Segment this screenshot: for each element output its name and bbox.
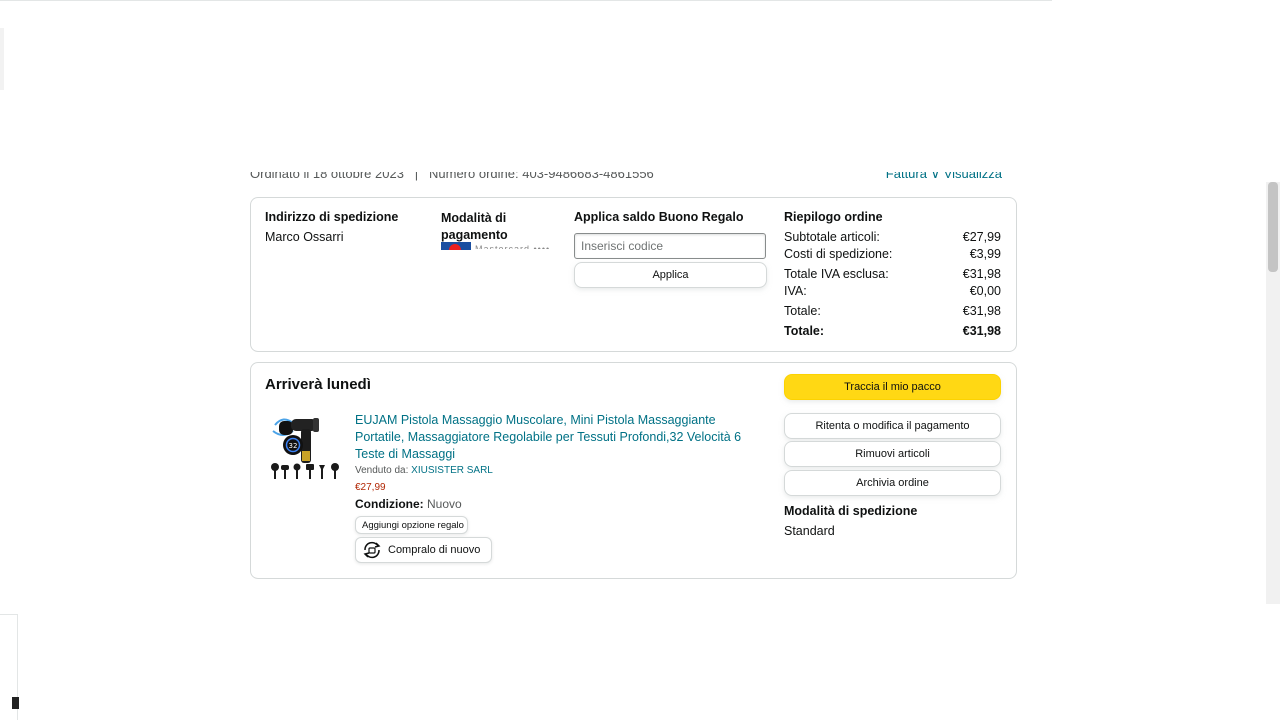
summary-label-vat: IVA:	[784, 284, 807, 298]
order-meta-text: Ordinato il 18 ottobre 2023 | Numero ord…	[250, 172, 654, 181]
track-package-button[interactable]: Traccia il mio pacco	[784, 374, 1001, 400]
add-gift-option-button[interactable]: Aggiungi opzione regalo	[355, 516, 468, 534]
retry-payment-button[interactable]: Ritenta o modifica il pagamento	[784, 413, 1001, 439]
mastercard-icon	[441, 242, 471, 250]
payment-heading-line2: pagamento	[441, 228, 508, 242]
summary-label-grand-total: Totale:	[784, 324, 825, 338]
buy-again-icon	[363, 541, 381, 559]
shipping-address-heading: Indirizzo di spedizione	[265, 210, 399, 224]
payment-heading-line1: Modalità di	[441, 211, 507, 225]
product-display-number: 32	[289, 442, 298, 450]
product-condition: Condizione: Nuovo	[355, 497, 462, 511]
payment-method-heading: Modalità di pagamento	[441, 210, 508, 244]
summary-label-pretax: Totale IVA esclusa:	[784, 267, 889, 281]
buy-again-button[interactable]: Compralo di nuovo	[355, 537, 492, 563]
summary-value-total: €31,98	[962, 304, 1001, 318]
order-summary-card: Indirizzo di spedizione Marco Ossarri Mo…	[250, 197, 1017, 352]
product-price: €27,99	[355, 482, 386, 493]
apply-gift-button[interactable]: Applica	[574, 262, 767, 288]
summary-label-shipping: Costi di spedizione:	[784, 247, 893, 261]
summary-label-total: Totale:	[784, 304, 821, 318]
delivery-status-title: Arriverà lunedì	[265, 376, 371, 393]
shipping-method-heading: Modalità di spedizione	[784, 504, 918, 518]
invoice-link[interactable]: Fattura ∨ Visualizza	[886, 172, 1002, 182]
top-divider	[0, 0, 1052, 1]
add-gift-option-label: Aggiungi opzione regalo	[362, 519, 464, 531]
order-meta-line: Ordinato il 18 ottobre 2023 | Numero ord…	[250, 172, 1016, 184]
shipping-address-name: Marco Ossarri	[265, 230, 344, 244]
sold-by-label: Venduto da:	[355, 465, 409, 476]
payment-card-text: Mastercard ••••	[475, 244, 551, 249]
gift-code-input[interactable]	[574, 233, 766, 259]
archive-order-button[interactable]: Archivia ordine	[784, 470, 1001, 496]
order-number: Numero ordine: 403-9486683-4861556	[429, 172, 654, 181]
gift-card-heading: Applica saldo Buono Regalo	[574, 210, 744, 224]
condition-value: Nuovo	[427, 497, 462, 511]
seller-link[interactable]: XIUSISTER SARL	[411, 465, 493, 476]
left-edge-panel	[0, 28, 4, 90]
buy-again-label: Compralo di nuovo	[388, 544, 481, 556]
delivery-card: Arriverà lunedì 32 EUJAM Pistola Massagg…	[250, 362, 1017, 579]
summary-value-shipping: €3,99	[969, 247, 1001, 261]
summary-value-subtotal: €27,99	[962, 230, 1001, 244]
summary-label-subtotal: Subtotale articoli:	[784, 230, 880, 244]
seller-line: Venduto da: XIUSISTER SARL	[355, 465, 493, 476]
product-title-link[interactable]: EUJAM Pistola Massaggio Muscolare, Mini …	[355, 412, 755, 463]
shipping-method-value: Standard	[784, 524, 835, 538]
product-image[interactable]: 32	[269, 411, 345, 489]
order-summary-heading: Riepilogo ordine	[784, 210, 883, 224]
summary-value-grand-total: €31,98	[962, 324, 1001, 338]
remove-items-button[interactable]: Rimuovi articoli	[784, 441, 1001, 467]
scrollbar-thumb[interactable]	[1268, 182, 1278, 272]
bottom-left-marker	[12, 697, 19, 709]
order-date: Ordinato il 18 ottobre 2023	[250, 172, 404, 181]
summary-value-vat: €0,00	[969, 284, 1001, 298]
summary-value-pretax: €31,98	[962, 267, 1001, 281]
condition-label: Condizione:	[355, 497, 424, 511]
page-scrollbar[interactable]	[1266, 182, 1280, 604]
